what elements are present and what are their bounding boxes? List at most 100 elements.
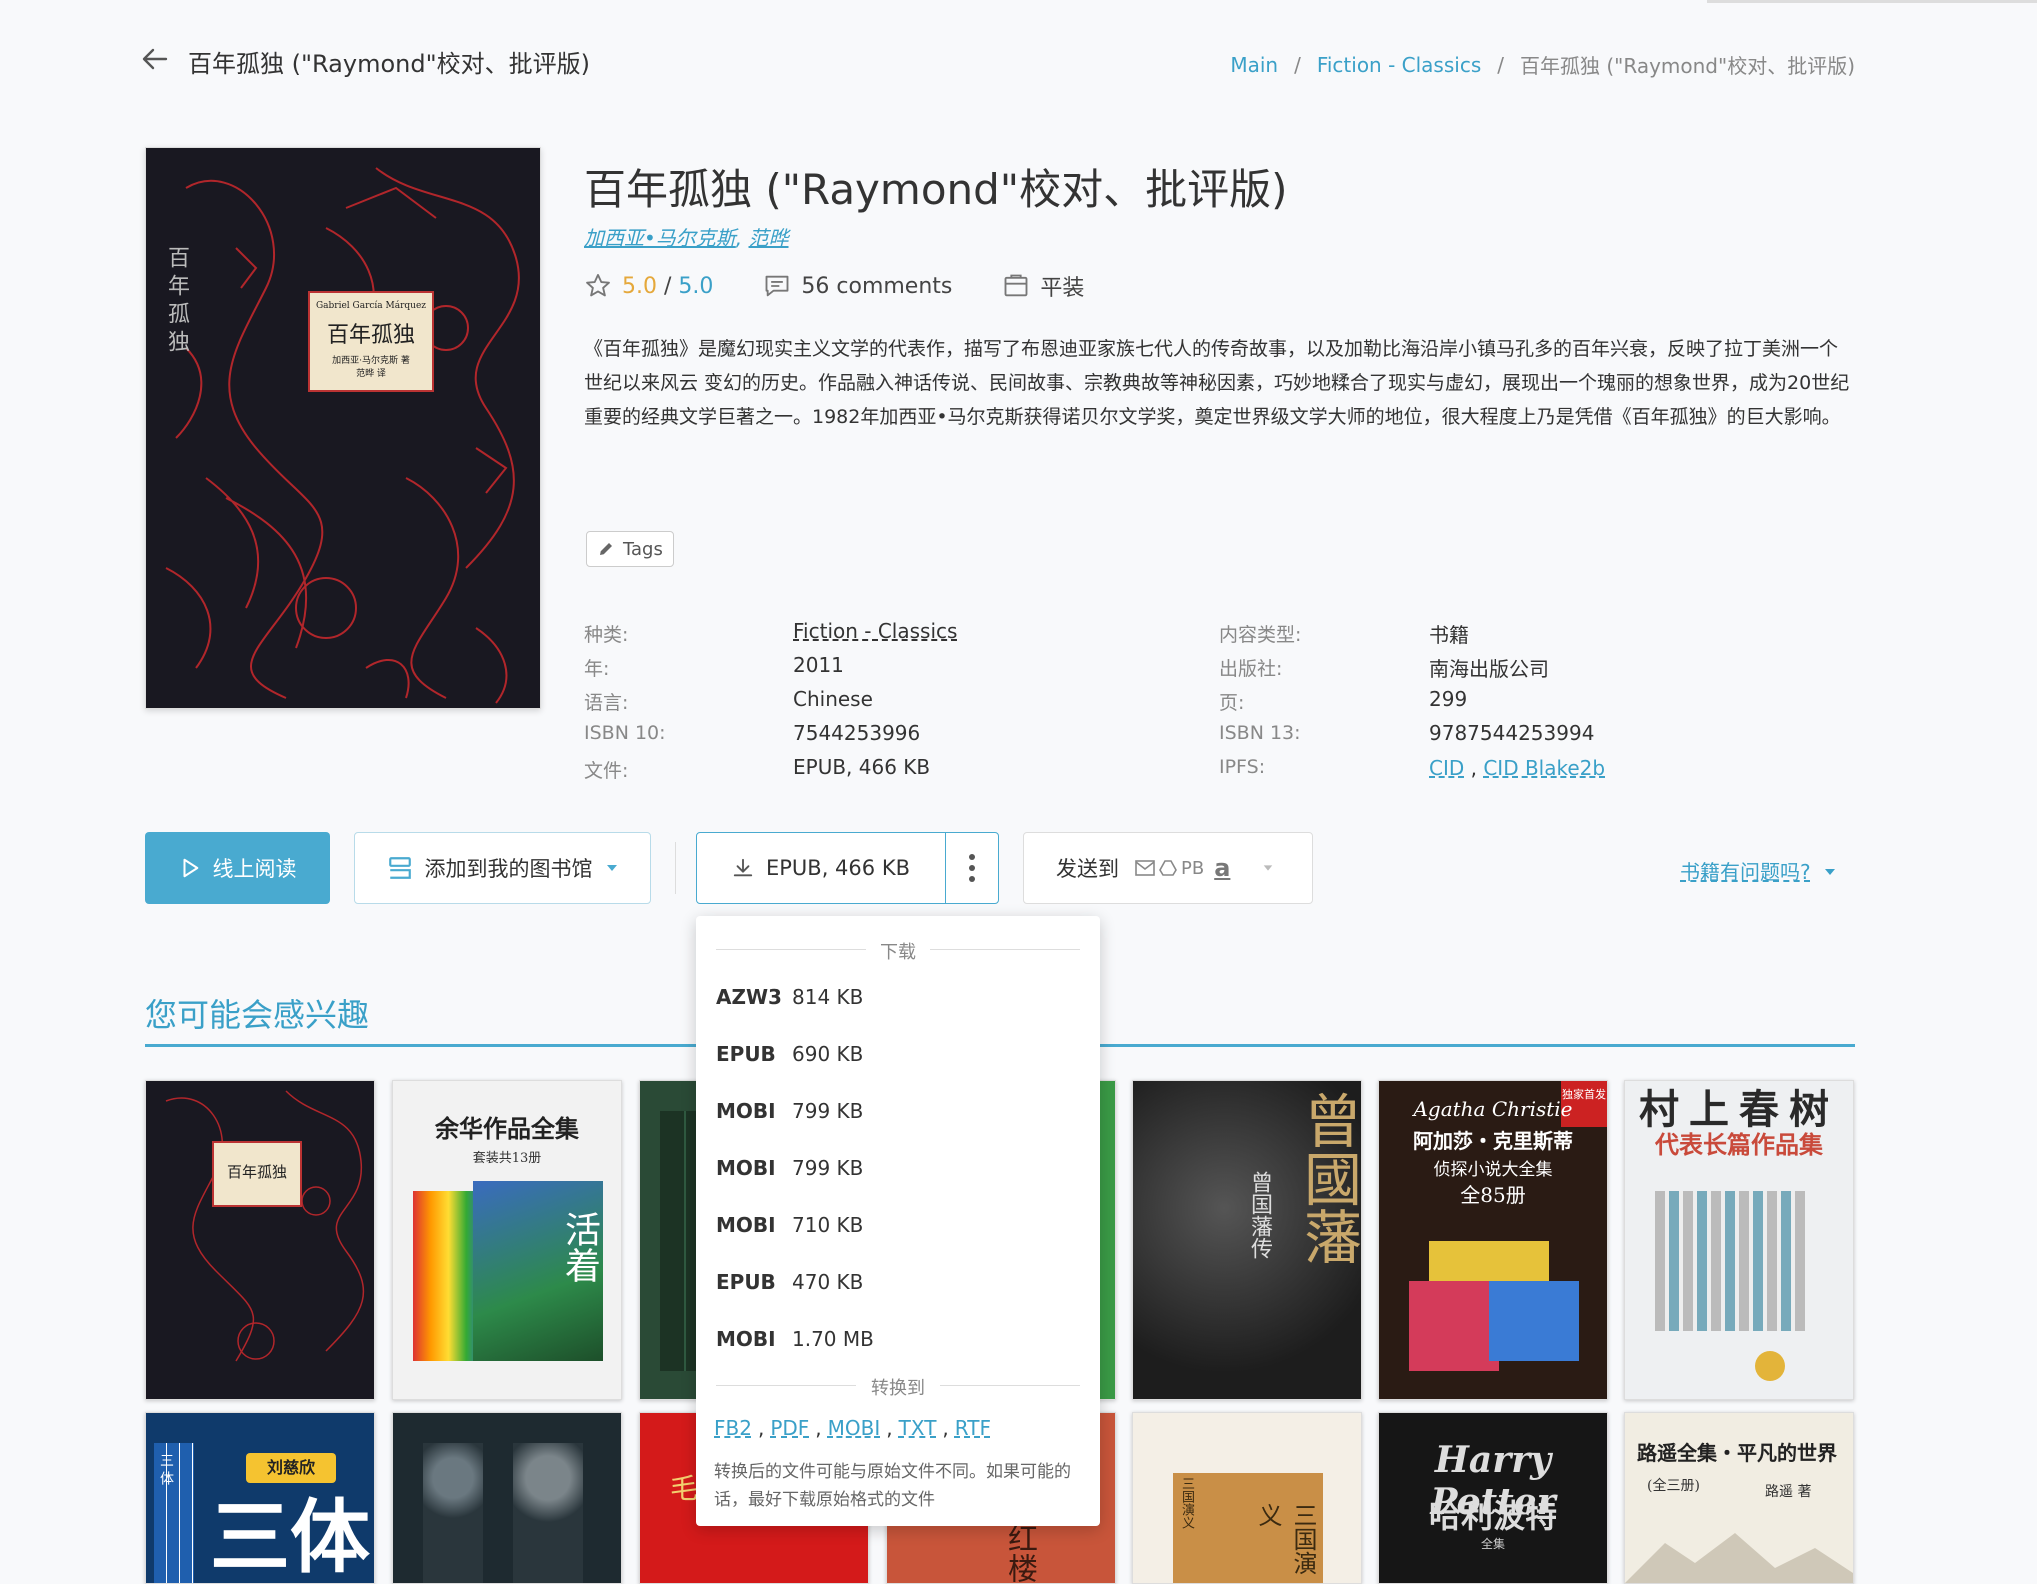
author-link[interactable]: 加西亚•马尔克斯: [584, 226, 736, 250]
cover-title: 毛: [670, 1472, 699, 1505]
detail-label-language: 语言:: [584, 692, 629, 714]
download-more-button[interactable]: [945, 832, 999, 904]
cover-calligraphy: 曾國藩: [1294, 1091, 1362, 1265]
cover-label: 百年孤独: [212, 1141, 302, 1207]
convert-note: 转换后的文件可能与原始文件不同。如果可能的话，最好下载原始格式的文件: [714, 1462, 1071, 1510]
cover-mountains: [1625, 1533, 1853, 1583]
play-icon: [182, 858, 198, 878]
recommended-book[interactable]: 三国演义 三国演义: [1132, 1412, 1362, 1584]
cover-author-en: Gabriel García Márquez: [315, 301, 427, 311]
book-stats: 5.0 / 5.0 56 comments 平装: [584, 270, 1134, 302]
breadcrumb-category[interactable]: Fiction - Classics: [1317, 53, 1481, 77]
download-option-size: 710 KB: [792, 1212, 864, 1237]
detail-value-language: Chinese: [793, 687, 873, 711]
rating-separator: /: [657, 273, 679, 299]
rating[interactable]: 5.0 / 5.0: [584, 272, 713, 300]
download-option[interactable]: MOBI 799 KB: [696, 1082, 1100, 1139]
comments-count: 56 comments: [801, 273, 953, 299]
download-option[interactable]: MOBI 710 KB: [696, 1196, 1100, 1253]
download-button[interactable]: EPUB, 466 KB: [696, 832, 946, 904]
download-option[interactable]: AZW3 814 KB: [696, 968, 1100, 1025]
recommended-book[interactable]: 路遥全集・平凡的世界 (全三册) 路遥 著: [1624, 1412, 1854, 1584]
detail-value-ipfs: CID , CID Blake2b: [1429, 756, 1605, 780]
download-section-header: 下载: [696, 938, 1100, 964]
recommended-book[interactable]: 余华作品全集 套装共13册 活着: [392, 1080, 622, 1400]
convert-pdf-link[interactable]: PDF: [770, 1416, 809, 1440]
recommended-book[interactable]: 村上春树 代表长篇作品集: [1624, 1080, 1854, 1400]
cover-title: 余华作品全集: [435, 1114, 579, 1143]
breadcrumb-main[interactable]: Main: [1230, 53, 1278, 77]
convert-txt-link[interactable]: TXT: [899, 1416, 937, 1440]
recommended-book[interactable]: [392, 1412, 622, 1584]
detail-value-year: 2011: [793, 653, 844, 677]
download-option-format: MOBI: [716, 1098, 776, 1123]
page-title: 百年孤独 ("Raymond"校对、批评版): [188, 50, 590, 78]
recommended-book[interactable]: 三体 刘慈欣 三体: [145, 1412, 375, 1584]
recommended-book[interactable]: 曾国藩传 曾國藩: [1132, 1080, 1362, 1400]
download-option[interactable]: EPUB 690 KB: [696, 1025, 1100, 1082]
cover-author: 路遥 著: [1765, 1484, 1812, 1500]
book-description: 《百年孤独》是魔幻现实主义文学的代表作，描写了布恩迪亚家族七代人的传奇故事，以及…: [584, 338, 1850, 428]
convert-mobi-link[interactable]: MOBI: [828, 1416, 881, 1440]
cover-spine-text: 三体: [158, 1453, 174, 1489]
ipfs-cid-link[interactable]: CID: [1429, 756, 1464, 780]
cover-author-script: Agatha Christie: [1413, 1097, 1573, 1121]
download-option-size: 799 KB: [792, 1098, 864, 1123]
download-option[interactable]: MOBI 1.70 MB: [696, 1310, 1100, 1367]
detail-label-file: 文件:: [584, 760, 629, 782]
cover-title: 阿加莎・克里斯蒂: [1413, 1129, 1573, 1153]
cover-subtitle: (全三册): [1647, 1478, 1700, 1494]
convert-rtf-link[interactable]: RTF: [955, 1416, 991, 1440]
comments[interactable]: 56 comments: [763, 272, 952, 300]
recommended-book[interactable]: 独家首发 Agatha Christie 阿加莎・克里斯蒂 侦探小说大全集 全8…: [1378, 1080, 1608, 1400]
convert-separator: ,: [942, 1416, 949, 1440]
download-option[interactable]: MOBI 799 KB: [696, 1139, 1100, 1196]
author-separator: ,: [735, 226, 749, 250]
author-link[interactable]: 范晔: [749, 226, 789, 250]
recommendations-title: 您可能会感兴趣: [145, 996, 370, 1034]
ipfs-cid-blake2b-link[interactable]: CID Blake2b: [1483, 756, 1605, 780]
download-option-format: MOBI: [716, 1326, 776, 1351]
convert-separator: ,: [886, 1416, 893, 1440]
cover-subtitle: 套装共13册: [472, 1151, 542, 1166]
read-online-label: 线上阅读: [212, 857, 297, 881]
download-option-format: EPUB: [716, 1269, 776, 1294]
cover-title: 路遥全集・平凡的世界: [1637, 1441, 1837, 1465]
send-to-label: 发送到: [1056, 857, 1119, 881]
send-to-button[interactable]: 发送到 PB a: [1023, 832, 1313, 904]
download-option[interactable]: EPUB 470 KB: [696, 1253, 1100, 1310]
more-vertical-icon: [969, 854, 975, 882]
book-spines: [1655, 1191, 1805, 1331]
cover-vertical-title: 百年孤独: [164, 246, 189, 358]
cover-author: 加西亚·马尔克斯 著: [332, 356, 410, 366]
detail-label-content-type: 内容类型:: [1219, 624, 1302, 646]
binding-type: 平装: [1040, 276, 1085, 301]
cover-translator: 范晔 译: [356, 369, 386, 379]
detail-label-pages: 页:: [1219, 692, 1245, 714]
tags-button[interactable]: Tags: [586, 531, 674, 567]
read-online-button[interactable]: 线上阅读: [145, 832, 330, 904]
detail-value-category[interactable]: Fiction - Classics: [793, 619, 957, 643]
download-option-format: MOBI: [716, 1212, 776, 1237]
recommended-book[interactable]: Harry Potter 哈利波特 全集: [1378, 1412, 1608, 1584]
cover-figure: [513, 1443, 583, 1583]
report-issue-link[interactable]: 书籍有问题吗?: [1680, 856, 1837, 885]
caret-down-icon: [606, 865, 617, 871]
cover-title: 红楼: [1002, 1523, 1037, 1583]
box-set: [1489, 1281, 1579, 1361]
button-divider: [675, 842, 676, 894]
convert-fb2-link[interactable]: FB2: [714, 1416, 752, 1440]
breadcrumb: Main / Fiction - Classics / 百年孤独 ("Raymo…: [1230, 50, 1855, 79]
top-right-edge: [1707, 0, 2037, 3]
add-to-library-button[interactable]: 添加到我的图书馆: [354, 832, 651, 904]
download-option-format: AZW3: [716, 984, 782, 1009]
breadcrumb-separator: /: [1294, 52, 1301, 77]
detail-label-isbn10: ISBN 10:: [584, 722, 666, 744]
download-option-size: 470 KB: [792, 1269, 864, 1294]
book-cover[interactable]: 百年孤独 Gabriel García Márquez 百年孤独 加西亚·马尔克…: [145, 147, 541, 709]
cover-calligraphy: 活着: [559, 1211, 600, 1283]
cover-title: 百年孤独: [226, 1163, 287, 1181]
recommended-book[interactable]: 百年孤独: [145, 1080, 375, 1400]
back-arrow-icon[interactable]: [140, 44, 170, 74]
cover-subtitle: 哈利波特: [1428, 1497, 1557, 1535]
